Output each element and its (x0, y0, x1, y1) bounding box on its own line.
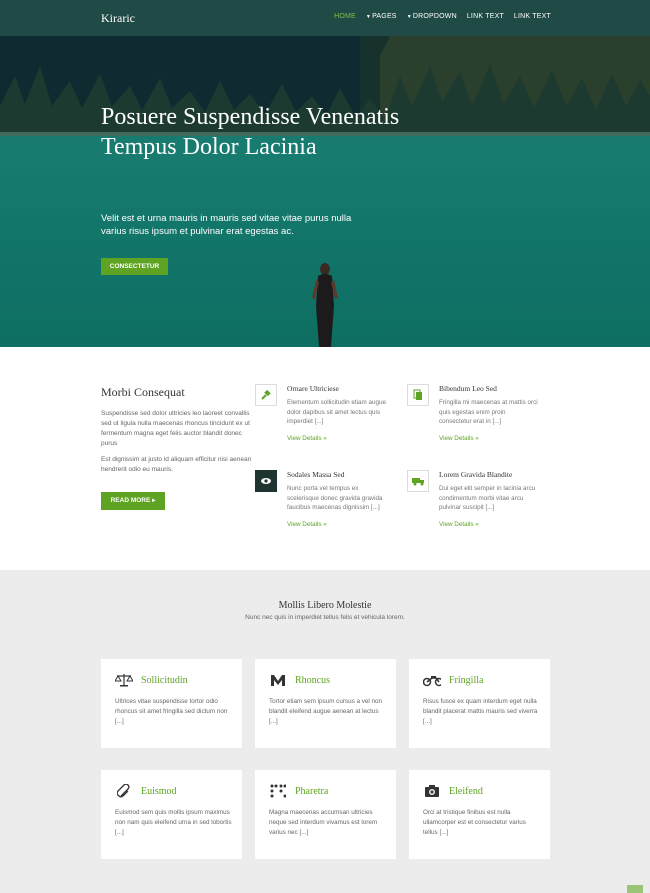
main-menu: HOME ▼PAGES ▼DROPDOWN LINK TEXT LINK TEX… (334, 13, 551, 20)
pages-icon (407, 384, 429, 406)
hero-subtitle: Velit est et urna mauris in mauris sed v… (101, 213, 352, 237)
feature-text: Dui eget elit semper in lacinia arcu con… (439, 485, 536, 511)
feature-title: Bibendum Leo Sed (439, 384, 497, 393)
hero-title: Posuere Suspendisse Venenatis Tempus Dol… (101, 104, 400, 160)
menu-item-label: LINK TEXT (466, 13, 504, 20)
eye-icon (255, 470, 277, 492)
brand-logo[interactable]: Kiraric (101, 11, 135, 26)
intro-paragraph-2: Est dignissim at justo id aliquam effici… (101, 456, 252, 473)
service-text: Magna maecenas accumsan ultricies neque … (269, 809, 378, 836)
view-details-link[interactable]: View Details » (287, 521, 387, 528)
hero-banner: Posuere Suspendisse Venenatis Tempus Dol… (0, 36, 650, 347)
braille-icon (269, 784, 287, 798)
view-details-link[interactable]: View Details » (287, 435, 387, 442)
service-text: Orci at tristique finibus est nulla ulla… (423, 809, 526, 836)
menu-item-pages[interactable]: ▼PAGES (366, 13, 397, 20)
read-more-button[interactable]: READ MORE ▸ (101, 492, 165, 510)
menu-item-link-text-2[interactable]: LINK TEXT (514, 13, 551, 20)
caret-down-icon: ▼ (365, 14, 372, 20)
service-title: Sollicitudin (141, 674, 188, 686)
services-section: Mollis Libero Molestie Nunc nec quis in … (0, 570, 650, 893)
view-details-link[interactable]: View Details » (439, 521, 539, 528)
service-card[interactable]: Pharetra Magna maecenas accumsan ultrici… (255, 770, 396, 859)
truck-icon (407, 470, 429, 492)
intro-title: Morbi Consequat (101, 385, 185, 399)
service-title: Pharetra (295, 785, 329, 797)
paperclip-icon (115, 784, 133, 798)
service-text: Risus fusce ex quam interdum eget nulla … (423, 698, 538, 725)
menu-item-label: DROPDOWN (412, 13, 457, 20)
service-text: Euismod sem quis mollis ipsum maximus no… (115, 809, 232, 836)
motorcycle-icon (423, 673, 441, 687)
camera-icon (423, 784, 441, 798)
services-title: Mollis Libero Molestie (278, 600, 372, 611)
menu-item-label: LINK TEXT (513, 13, 551, 20)
service-card[interactable]: Euismod Euismod sem quis mollis ipsum ma… (101, 770, 242, 859)
service-title: Euismod (141, 785, 177, 797)
feature-title: Ornare Ultriciese (287, 384, 339, 393)
view-details-link[interactable]: View Details » (439, 435, 539, 442)
service-title: Rhoncus (295, 674, 330, 686)
menu-item-link-text-1[interactable]: LINK TEXT (467, 13, 504, 20)
service-title: Fringilla (449, 674, 484, 686)
service-card[interactable]: Fringilla Risus fusce ex quam interdum e… (409, 659, 550, 748)
scroll-to-top-button[interactable] (627, 885, 643, 893)
service-card[interactable]: Sollicitudin Ultrices vitae suspendisse … (101, 659, 242, 748)
service-title: Eleifend (449, 785, 483, 797)
intro-block: Morbi Consequat Suspendisse sed dolor ul… (101, 385, 253, 510)
menu-item-home[interactable]: HOME (334, 13, 356, 20)
hero-lake-image (0, 36, 650, 347)
top-navbar: Kiraric HOME ▼PAGES ▼DROPDOWN LINK TEXT … (0, 0, 650, 36)
services-tagline: Nunc nec quis in imperdiet tellus felis … (245, 614, 405, 621)
medium-icon (269, 673, 287, 687)
menu-item-dropdown[interactable]: ▼DROPDOWN (407, 13, 457, 20)
hero-cta-button[interactable]: CONSECTETUR (101, 258, 168, 275)
menu-item-label: HOME (334, 13, 356, 20)
feature-text: Elementum sollicitudin etiam augue dolor… (287, 399, 387, 425)
service-card[interactable]: Rhoncus Tortor etiam sem ipsum cursus a … (255, 659, 396, 748)
services-header: Mollis Libero Molestie Nunc nec quis in … (0, 600, 650, 621)
gavel-icon (255, 384, 277, 406)
features-section: Morbi Consequat Suspendisse sed dolor ul… (0, 347, 650, 570)
menu-item-label: PAGES (372, 13, 397, 20)
service-text: Tortor etiam sem ipsum cursus a vel non … (269, 698, 383, 725)
caret-down-icon: ▼ (406, 14, 412, 20)
feature-text: Nunc porta vel tempus ex scelerisque don… (287, 485, 383, 511)
service-text: Ultrices vitae suspendisse tortor odio r… (115, 698, 228, 725)
service-card[interactable]: Eleifend Orci at tristique finibus est n… (409, 770, 550, 859)
feature-text: Fringilla mi maecenas at mattis orci qui… (439, 399, 538, 425)
feature-title: Sodales Massa Sed (287, 470, 345, 479)
balance-scale-icon (115, 673, 133, 687)
intro-paragraph-1: Suspendisse sed dolor ultricies leo laor… (101, 410, 250, 447)
feature-title: Lorem Gravida Blandite (439, 470, 513, 479)
